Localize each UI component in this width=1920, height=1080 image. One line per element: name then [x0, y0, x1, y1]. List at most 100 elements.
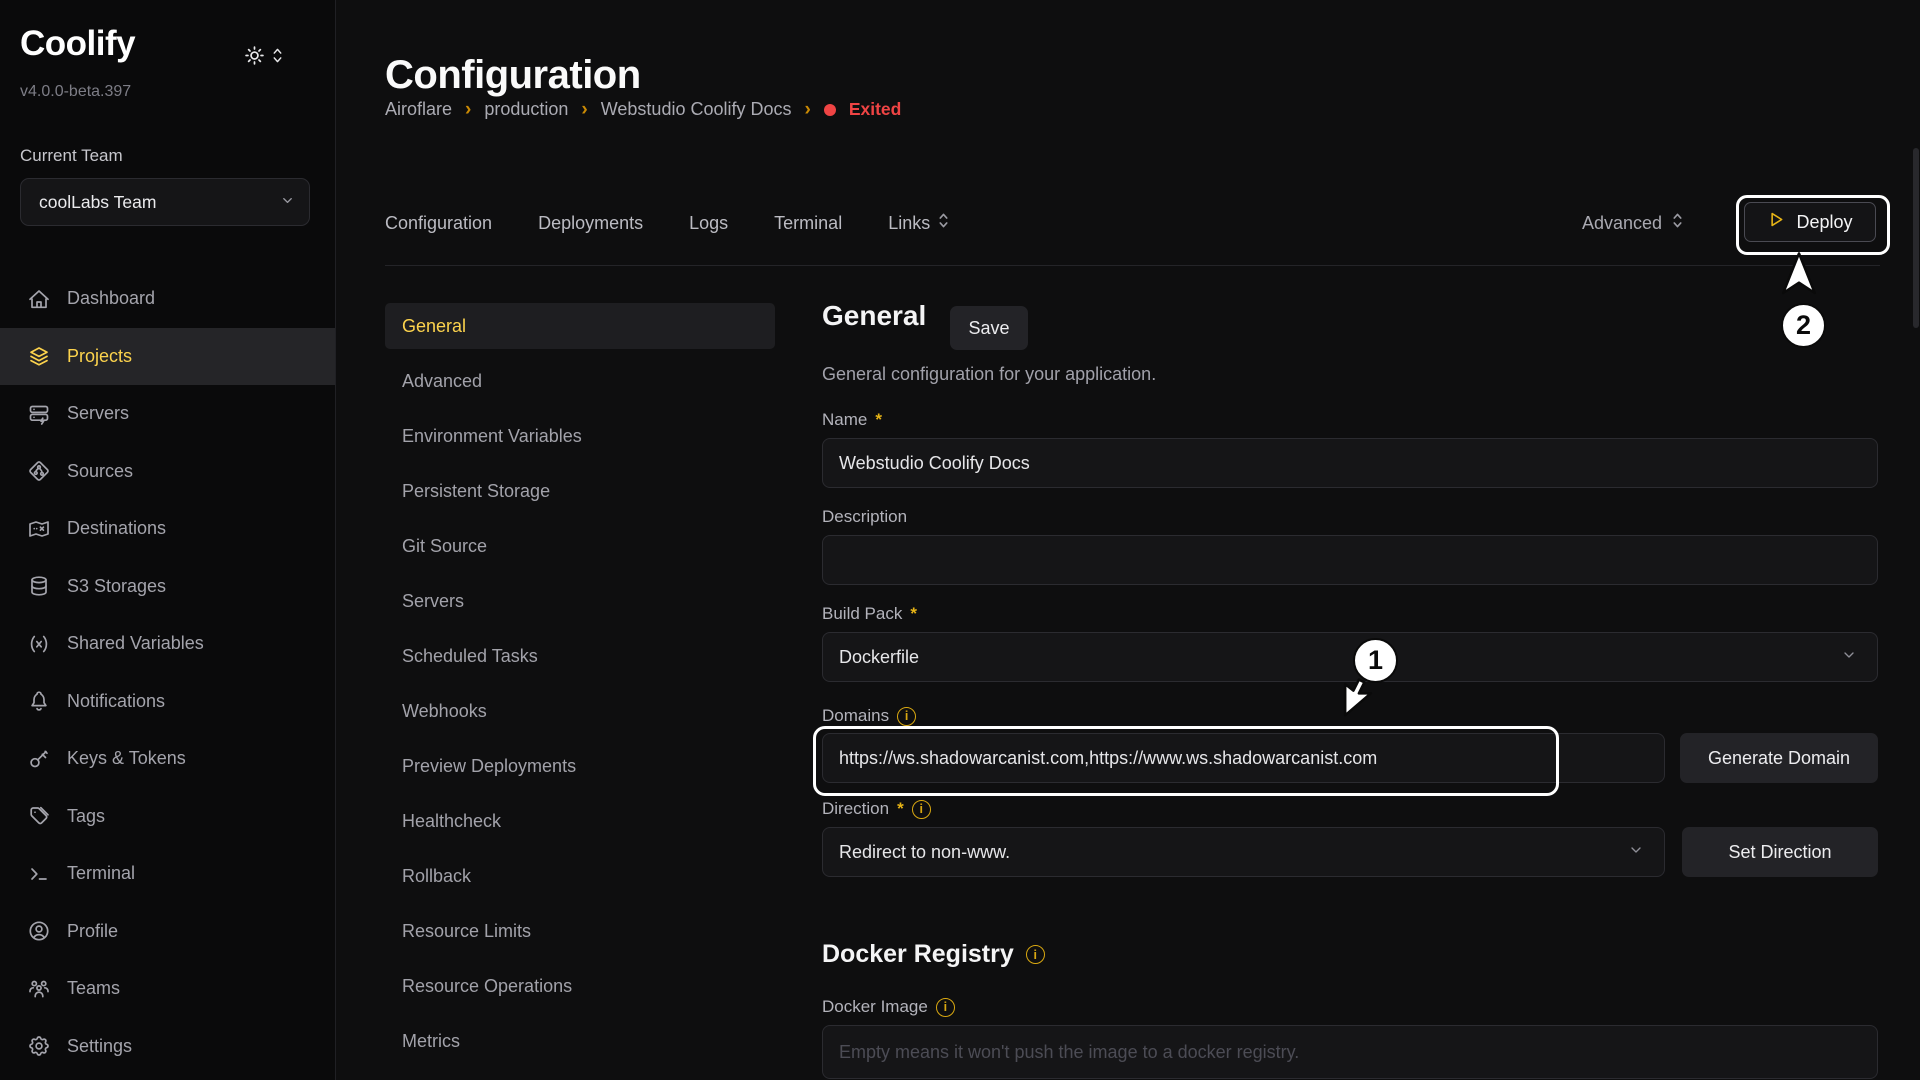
breadcrumb-item-airoflare[interactable]: Airoflare	[385, 99, 452, 120]
key-icon	[27, 747, 51, 771]
app-logo: Coolify	[20, 24, 135, 64]
sidebar-item-label: Tags	[67, 806, 105, 827]
build-pack-select[interactable]: Dockerfile	[822, 632, 1878, 682]
subnav-item-scheduled-tasks[interactable]: Scheduled Tasks	[385, 633, 775, 679]
domains-label: Domainsi	[822, 706, 916, 726]
chevron-down-icon	[1628, 842, 1644, 863]
sidebar-item-destinations[interactable]: Destinations	[0, 500, 335, 558]
direction-value: Redirect to non-www.	[839, 842, 1010, 863]
info-icon[interactable]: i	[1026, 945, 1045, 964]
sidebar-item-keys-tokens[interactable]: Keys & Tokens	[0, 730, 335, 788]
git-icon	[27, 459, 51, 483]
subnav-item-servers[interactable]: Servers	[385, 578, 775, 624]
sidebar-item-shared-variables[interactable]: Shared Variables	[0, 615, 335, 673]
info-icon[interactable]: i	[936, 998, 955, 1017]
sidebar-item-label: S3 Storages	[67, 576, 166, 597]
scrollbar-thumb[interactable]	[1913, 148, 1919, 328]
advanced-dropdown[interactable]: Advanced	[1582, 211, 1684, 235]
subnav-item-rollback[interactable]: Rollback	[385, 853, 775, 899]
save-button[interactable]: Save	[950, 306, 1028, 350]
subnav-item-resource-limits[interactable]: Resource Limits	[385, 908, 775, 954]
description-input[interactable]	[822, 535, 1878, 585]
advanced-label: Advanced	[1582, 213, 1662, 234]
tag-icon	[27, 804, 51, 828]
sidebar-item-profile[interactable]: Profile	[0, 903, 335, 961]
status-dot	[824, 104, 836, 116]
sidebar-item-servers[interactable]: Servers	[0, 385, 335, 443]
sidebar-item-label: Settings	[67, 1036, 132, 1057]
play-icon	[1767, 210, 1786, 234]
app-window: Coolify v4.0.0-beta.397 Current Team coo…	[0, 0, 1920, 1080]
gear-icon	[27, 1034, 51, 1058]
tab-terminal[interactable]: Terminal	[774, 213, 842, 234]
sidebar-item-dashboard[interactable]: Dashboard	[0, 270, 335, 328]
subnav-item-metrics[interactable]: Metrics	[385, 1018, 775, 1064]
tab-logs[interactable]: Logs	[689, 213, 728, 234]
sidebar-item-terminal[interactable]: Terminal	[0, 845, 335, 903]
domains-input[interactable]	[822, 733, 1665, 783]
sidebar-item-settings[interactable]: Settings	[0, 1018, 335, 1076]
header-divider	[385, 265, 1880, 266]
variable-icon	[27, 632, 51, 656]
sidebar-item-label: Servers	[67, 403, 129, 424]
subnav-item-webhooks[interactable]: Webhooks	[385, 688, 775, 734]
theme-toggle[interactable]	[243, 44, 284, 72]
database-icon	[27, 574, 51, 598]
name-input[interactable]	[822, 438, 1878, 488]
sidebar-item-projects[interactable]: Projects	[0, 328, 335, 386]
build-pack-value: Dockerfile	[839, 647, 919, 668]
chevron-down-icon	[280, 192, 295, 213]
chevron-up-down-icon	[271, 46, 284, 70]
docker-image-input[interactable]	[822, 1025, 1878, 1079]
direction-select[interactable]: Redirect to non-www.	[822, 827, 1665, 877]
sidebar-item-label: Destinations	[67, 518, 166, 539]
subnav-item-resource-operations[interactable]: Resource Operations	[385, 963, 775, 1009]
tab-bar: Configuration Deployments Logs Terminal Link…	[385, 211, 950, 235]
chevron-up-down-icon	[1671, 211, 1684, 235]
app-version: v4.0.0-beta.397	[20, 83, 131, 101]
server-icon	[27, 402, 51, 426]
tab-label: Configuration	[385, 213, 492, 234]
subnav-item-preview-deployments[interactable]: Preview Deployments	[385, 743, 775, 789]
tab-label: Logs	[689, 213, 728, 234]
set-direction-button[interactable]: Set Direction	[1682, 827, 1878, 877]
deploy-button[interactable]: Deploy	[1744, 202, 1876, 242]
subnav-item-healthcheck[interactable]: Healthcheck	[385, 798, 775, 844]
team-select[interactable]: coolLabs Team	[20, 178, 310, 226]
subnav-item-persistent-storage[interactable]: Persistent Storage	[385, 468, 775, 514]
breadcrumb-item-webstudio-coolify-docs[interactable]: Webstudio Coolify Docs	[601, 99, 792, 120]
tab-links[interactable]: Links	[888, 211, 950, 235]
sidebar-item-sources[interactable]: Sources	[0, 443, 335, 501]
sidebar-item-label: Dashboard	[67, 288, 155, 309]
description-label: Description	[822, 507, 907, 527]
subnav-item-advanced[interactable]: Advanced	[385, 358, 775, 404]
current-team-label: Current Team	[20, 146, 123, 166]
tab-label: Deployments	[538, 213, 643, 234]
page-title: Configuration	[385, 53, 641, 98]
subnav-item-environment-variables[interactable]: Environment Variables	[385, 413, 775, 459]
sidebar-nav: Dashboard Projects Servers Sources Destinati…	[0, 270, 335, 1075]
sidebar-item-s3-storages[interactable]: S3 Storages	[0, 558, 335, 616]
user-icon	[27, 919, 51, 943]
status-badge: Exited	[849, 99, 902, 120]
tab-configuration[interactable]: Configuration	[385, 213, 492, 234]
sidebar-item-teams[interactable]: Teams	[0, 960, 335, 1018]
info-icon[interactable]: i	[897, 707, 916, 726]
breadcrumb-item-production[interactable]: production	[484, 99, 568, 120]
subnav-item-general[interactable]: General	[385, 303, 775, 349]
breadcrumb-separator-icon: ›	[805, 100, 811, 119]
tab-deployments[interactable]: Deployments	[538, 213, 643, 234]
info-icon[interactable]: i	[912, 800, 931, 819]
sidebar-item-tags[interactable]: Tags	[0, 788, 335, 846]
sidebar-item-notifications[interactable]: Notifications	[0, 673, 335, 731]
chevron-up-down-icon	[937, 211, 950, 235]
terminal-icon	[27, 862, 51, 886]
subnav-item-git-source[interactable]: Git Source	[385, 523, 775, 569]
annotation-badge-2: 2	[1781, 303, 1826, 348]
chevron-down-icon	[1841, 647, 1857, 668]
home-icon	[27, 287, 51, 311]
annotation-badge-1: 1	[1353, 638, 1398, 683]
generate-domain-button[interactable]: Generate Domain	[1680, 733, 1878, 783]
docker-registry-heading: Docker Registryi	[822, 940, 1045, 969]
sidebar: Coolify v4.0.0-beta.397 Current Team coo…	[0, 0, 336, 1080]
